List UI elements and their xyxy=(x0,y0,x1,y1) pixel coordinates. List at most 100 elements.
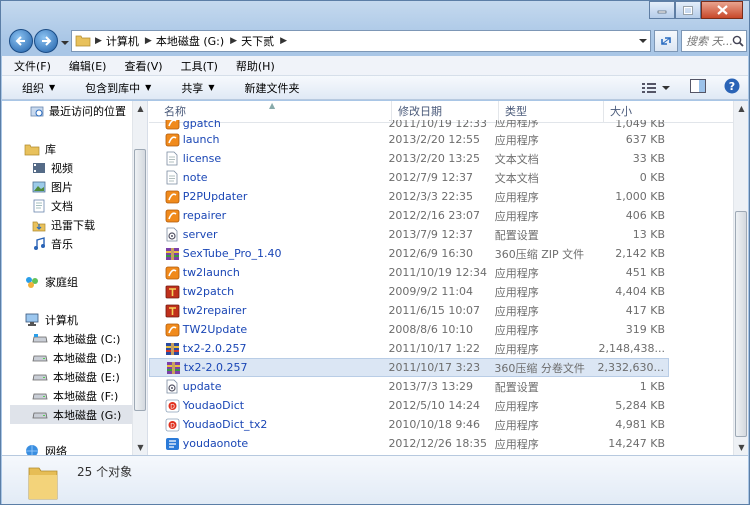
menu-help[interactable]: 帮助(H) xyxy=(224,58,281,74)
file-name: repairer xyxy=(182,209,227,222)
svg-text:D: D xyxy=(170,422,175,429)
scroll-down-icon[interactable]: ▼ xyxy=(734,440,749,455)
share-button[interactable]: 共享 ▼ xyxy=(161,80,224,96)
breadcrumb-separator[interactable]: ▶ xyxy=(95,31,102,51)
nav-label: 视频 xyxy=(51,161,73,175)
minimize-button[interactable] xyxy=(649,1,675,19)
share-label: 共享 xyxy=(181,81,204,95)
breadcrumb-drive-g[interactable]: 本地磁盘 (G:) ▶ xyxy=(152,31,237,51)
nav-label: 音乐 xyxy=(51,237,73,251)
file-name: server xyxy=(182,228,218,241)
computer-icon xyxy=(24,313,40,327)
text-doc-icon xyxy=(165,170,181,185)
file-type: 文本文档 xyxy=(494,152,539,166)
file-name: note xyxy=(182,171,208,184)
file-list-scrollbar[interactable]: ▲ ▼ xyxy=(733,101,748,455)
app-orange-icon xyxy=(165,190,181,204)
menu-tools[interactable]: 工具(T) xyxy=(169,58,224,74)
file-name: YoudaoDict xyxy=(182,399,245,412)
zip-archive-icon xyxy=(165,247,181,261)
new-folder-button[interactable]: 新建文件夹 xyxy=(224,80,309,96)
maximize-icon xyxy=(683,5,693,15)
chevron-down-icon: ▼ xyxy=(208,83,215,92)
music-icon xyxy=(32,236,46,251)
maximize-button[interactable] xyxy=(675,1,701,19)
minimize-icon xyxy=(657,10,667,14)
scrollbar-thumb[interactable] xyxy=(735,211,747,437)
scrollbar-thumb[interactable] xyxy=(134,149,146,411)
file-date: 2013/2/20 13:25 xyxy=(388,152,481,165)
file-size: 1 KB xyxy=(639,380,666,393)
file-name: update xyxy=(182,380,222,393)
menu-edit[interactable]: 编辑(E) xyxy=(57,58,113,74)
file-row[interactable]: youdaonote 2012/12/26 18:35 应用程序 14,247 KB xyxy=(149,434,669,453)
search-icon[interactable] xyxy=(732,35,744,47)
file-row[interactable]: repairer 2012/2/16 23:07 应用程序 406 KB xyxy=(149,206,669,225)
column-label: 名称 xyxy=(164,105,186,118)
file-date: 2013/7/9 12:37 xyxy=(388,228,474,241)
file-row[interactable]: tx2-2.0.257 2011/10/17 3:23 360压缩 分卷文件 2,33… xyxy=(149,358,669,377)
nav-label: 本地磁盘 (D:) xyxy=(53,351,122,365)
search-input[interactable] xyxy=(686,34,732,48)
file-type: 应用程序 xyxy=(494,190,539,204)
organize-button[interactable]: 组织 ▼ xyxy=(2,80,65,96)
recent-places-icon xyxy=(30,104,44,118)
organize-label: 组织 xyxy=(22,81,44,95)
breadcrumb-computer[interactable]: 计算机 ▶ xyxy=(102,31,152,51)
view-options-button[interactable] xyxy=(642,82,670,94)
file-size: 13 KB xyxy=(632,228,666,241)
back-button[interactable] xyxy=(9,29,33,53)
preview-pane-button[interactable] xyxy=(690,79,706,96)
include-in-library-button[interactable]: 包含到库中 ▼ xyxy=(65,80,161,96)
content-area: 最近访问的位置 库 视频 图片 文档 迅雷下载 音乐 家庭组 计算机 本地磁盘 … xyxy=(2,101,748,455)
scroll-up-icon[interactable]: ▲ xyxy=(133,101,148,116)
file-name: P2PUpdater xyxy=(182,190,248,203)
file-row[interactable]: note 2012/7/9 12:37 文本文档 0 KB xyxy=(149,168,669,187)
file-row[interactable]: launch 2013/2/20 12:55 应用程序 637 KB xyxy=(149,130,669,149)
library-icon xyxy=(24,142,40,156)
file-row[interactable]: SexTube_Pro_1.40 2012/6/9 16:30 360压缩 ZIP … xyxy=(149,244,669,263)
file-date: 2010/10/18 9:46 xyxy=(388,418,481,431)
menu-view[interactable]: 查看(V) xyxy=(112,58,168,74)
file-name: tx2-2.0.257 xyxy=(182,342,247,355)
help-button[interactable]: ? xyxy=(724,78,740,97)
drive-icon xyxy=(32,409,48,421)
close-button[interactable] xyxy=(701,1,743,19)
file-row[interactable]: update 2013/7/3 13:29 配置设置 1 KB xyxy=(149,377,669,396)
file-size: 319 KB xyxy=(625,323,666,336)
breadcrumb-folder[interactable]: 天下贰 ▶ xyxy=(237,31,287,51)
scroll-down-icon[interactable]: ▼ xyxy=(133,440,148,455)
sort-ascending-icon: ▲ xyxy=(269,101,276,110)
file-row[interactable]: license 2013/2/20 13:25 文本文档 33 KB xyxy=(149,149,669,168)
file-name: license xyxy=(182,152,222,165)
forward-button[interactable] xyxy=(34,29,58,53)
file-row[interactable]: server 2013/7/9 12:37 配置设置 13 KB xyxy=(149,225,669,244)
arrow-right-icon xyxy=(42,36,52,46)
scroll-up-icon[interactable]: ▲ xyxy=(734,101,749,116)
file-type: 配置设置 xyxy=(494,228,539,242)
search-box[interactable] xyxy=(681,30,747,52)
file-row[interactable]: tw2launch 2011/10/19 12:34 应用程序 451 KB xyxy=(149,263,669,282)
file-row[interactable]: gpatch 2011/10/19 12:33 应用程序 1,049 KB xyxy=(149,120,669,130)
file-list: ▲ 名称 修改日期 类型 大小 gpatch 2011/10/19 12:33 应用程… xyxy=(149,101,748,455)
file-row[interactable]: tw2patch 2009/9/2 11:04 应用程序 4,404 KB xyxy=(149,282,669,301)
address-bar[interactable]: ▶ 计算机 ▶ 本地磁盘 (G:) ▶ 天下贰 ▶ xyxy=(71,30,651,52)
recent-pages-button[interactable] xyxy=(61,36,69,49)
file-type: 应用程序 xyxy=(494,120,539,129)
nav-label: 本地磁盘 (E:) xyxy=(53,370,120,384)
nav-drive-g[interactable]: 本地磁盘 (G:) xyxy=(10,405,132,424)
system-drive-icon xyxy=(32,333,48,345)
address-history-button[interactable] xyxy=(636,31,650,51)
navigation-scrollbar[interactable]: ▲ ▼ xyxy=(132,101,147,455)
file-row[interactable]: P2PUpdater 2012/3/3 22:35 应用程序 1,000 KB xyxy=(149,187,669,206)
drive-icon xyxy=(32,390,48,402)
file-row[interactable]: TW2Update 2008/8/6 10:10 应用程序 319 KB xyxy=(149,320,669,339)
menu-file[interactable]: 文件(F) xyxy=(2,58,57,74)
refresh-button[interactable] xyxy=(654,30,678,52)
file-row[interactable]: tw2repairer 2011/6/15 10:07 应用程序 417 KB xyxy=(149,301,669,320)
file-row[interactable]: D YoudaoDict_tx2 2010/10/18 9:46 应用程序 4,981 … xyxy=(149,415,669,434)
file-row[interactable]: D YoudaoDict 2012/5/10 14:24 应用程序 5,284 KB xyxy=(149,396,669,415)
file-date: 2011/10/19 12:33 xyxy=(388,120,488,130)
file-type: 应用程序 xyxy=(494,418,539,432)
file-row[interactable]: tx2-2.0.257 2011/10/17 1:22 应用程序 2,148,438.… xyxy=(149,339,669,358)
